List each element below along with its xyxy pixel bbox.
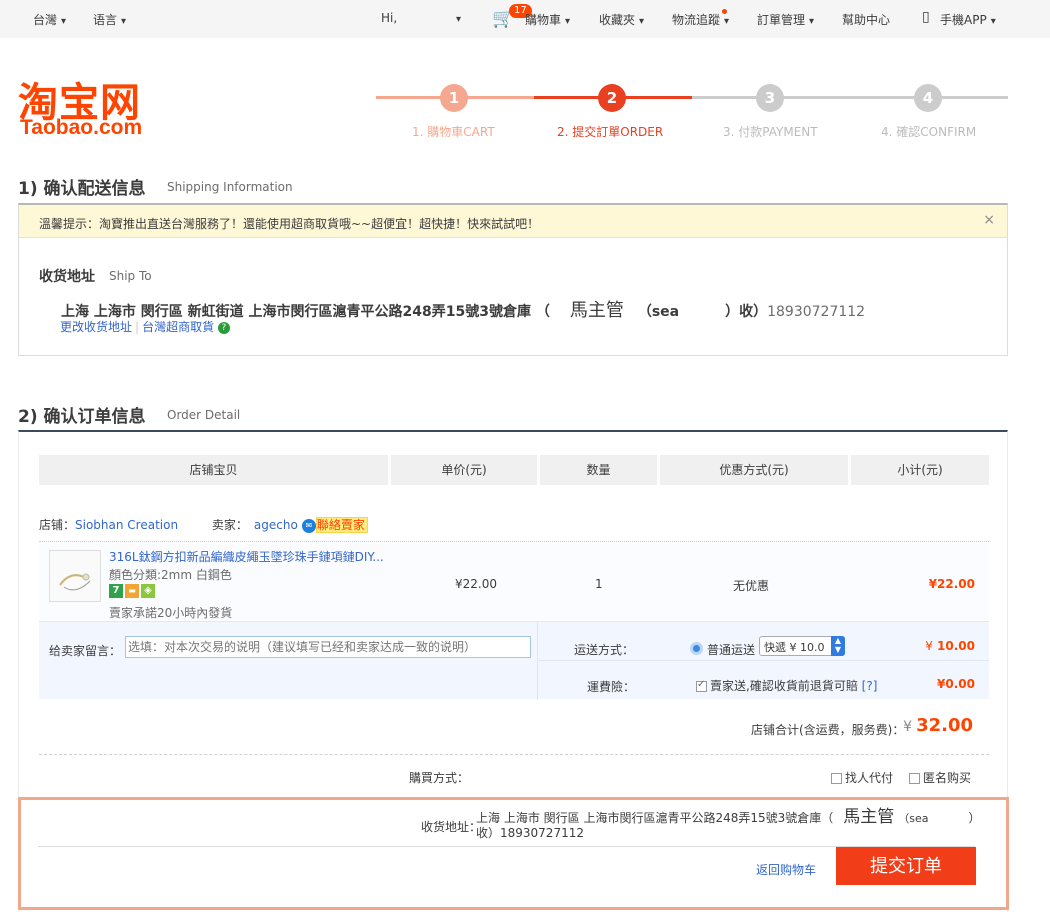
logo-english[interactable]: Taobao.com <box>20 116 142 140</box>
shipping-fee: ¥ 10.00 <box>925 639 975 653</box>
seller-message-input[interactable] <box>125 636 531 658</box>
user-menu[interactable] <box>452 11 461 25</box>
product-title-link[interactable]: 316L鈦鋼方扣新品編織皮繩玉墜珍珠手鏈項鏈DIY... <box>109 548 384 565</box>
step-line-1 <box>376 96 442 99</box>
confirm-address-label: 收货地址： <box>421 820 482 834</box>
insurance-option: 賣家送,確認收貨前退貨可賠 [?] <box>696 677 877 694</box>
anonymous-checkbox[interactable] <box>909 773 920 784</box>
change-address-link[interactable]: 更改收货地址 <box>60 320 132 334</box>
region-selector[interactable]: 台灣 <box>33 11 66 28</box>
quantity: 1 <box>595 577 603 591</box>
step-1-label: 1. 購物車CART <box>412 125 495 139</box>
recipient-phone: 18930727112 <box>767 304 866 320</box>
mobile-app-menu[interactable]: 手機APP <box>940 11 996 28</box>
header-item: 店铺宝贝 <box>39 455 388 485</box>
order-section-title: 2) 确认订单信息 <box>18 407 146 427</box>
step-4-label: 4. 確認CONFIRM <box>881 125 977 139</box>
order-section-subtitle: Order Detail <box>167 408 241 422</box>
chat-icon[interactable]: ✉ <box>301 518 316 533</box>
submit-order-button[interactable]: 提交订单 <box>836 847 976 885</box>
language-selector[interactable]: 语言 <box>93 11 126 28</box>
notice-text: 溫馨提示：淘寶推出直送台灣服務了！還能使用超商取貨哦~~超便宜！超快捷！快來試試… <box>39 217 540 231</box>
shipping-section-title: 1) 确认配送信息 <box>18 179 146 199</box>
divider <box>39 754 989 755</box>
pay-by-other-option[interactable]: 找人代付 <box>831 769 893 786</box>
greeting: Hi, <box>381 11 398 25</box>
credit-card-icon[interactable]: ▬ <box>125 583 139 598</box>
shop-label: 店铺： <box>39 518 76 532</box>
shipping-select-value: 快遞 ¥ 10.0 <box>764 641 825 654</box>
item-subtotal: ¥22.00 <box>928 577 975 591</box>
shop-total: ¥32.00 <box>903 715 973 736</box>
message-label: 给卖家留言： <box>49 644 122 658</box>
favorites-menu[interactable]: 收藏夾 <box>599 11 644 28</box>
step-line-pending <box>692 96 1008 99</box>
ship-to-label-en: Ship To <box>109 269 152 283</box>
address-links: 更改收货地址 | 台灣超商取貨 ? <box>60 318 230 335</box>
product-thumbnail[interactable] <box>49 550 101 602</box>
step-2-circle: 2 <box>598 84 626 112</box>
divider <box>538 660 989 661</box>
recipient-close: ）收） <box>725 304 768 320</box>
header-discount: 优惠方式(元) <box>660 455 848 485</box>
message-shipping-row: 给卖家留言： 运送方式： 普通运送 快遞 ¥ 10.0 ▲▼ ¥ 10.00 運… <box>39 621 989 700</box>
seller-label: 卖家： <box>211 518 248 532</box>
shipping-select[interactable]: 快遞 ¥ 10.0 ▲ ▼ <box>759 636 845 656</box>
header-qty: 数量 <box>540 455 657 485</box>
confirm-order-box: 收货地址： 上海 上海市 閔行區 上海市閔行區滬青平公路248弄15號3號倉庫（… <box>18 797 1009 910</box>
pay-by-other-checkbox[interactable] <box>831 773 842 784</box>
shipping-method-label: 运送方式： <box>574 643 635 657</box>
back-to-cart-link[interactable]: 返回购物车 <box>756 861 816 878</box>
notice-bar: 溫馨提示：淘寶推出直送台灣服務了！還能使用超商取貨哦~~超便宜！超快捷！快來試試… <box>19 205 1007 238</box>
step-3-circle: 3 <box>756 84 784 112</box>
shipping-box: 溫馨提示：淘寶推出直送台灣服務了！還能使用超商取貨哦~~超便宜！超快捷！快來試試… <box>18 203 1008 356</box>
unit-price: ¥22.00 <box>455 577 497 591</box>
cart-link[interactable]: 購物車 <box>525 11 570 28</box>
product-spec: 顏色分類:2mm 白鋼色 <box>109 568 232 582</box>
insurance-fee: ¥0.00 <box>937 677 975 691</box>
phone-icon: ▯ <box>922 9 930 25</box>
anonymous-purchase-option[interactable]: 匿名购买 <box>909 769 971 786</box>
orders-menu[interactable]: 訂單管理 <box>757 11 814 28</box>
help-icon[interactable]: ? <box>217 321 230 334</box>
logistics-menu[interactable]: 物流追蹤 <box>672 11 729 28</box>
top-bar: 台灣 语言 Hi, 🛒 17 購物車 收藏夾 物流追蹤 訂單管理 幫助中心 ▯ … <box>0 0 1050 38</box>
confirm-address: 上海 上海市 閔行區 上海市閔行區滬青平公路248弄15號3號倉庫（ 馬主管 （se… <box>476 807 981 841</box>
purchase-method-label: 購買方式： <box>409 771 470 785</box>
convenience-pickup-link[interactable]: 台灣超商取貨 <box>142 320 214 334</box>
recipient-name: 馬主管 <box>569 300 624 321</box>
guarantee-icon[interactable]: ◈ <box>141 583 155 598</box>
insurance-label: 運費險： <box>587 680 636 694</box>
shipping-section-subtitle: Shipping Information <box>167 180 293 194</box>
service-icons: 7 ▬ ◈ <box>109 583 157 598</box>
shop-name-link[interactable]: Siobhan Creation <box>75 518 178 532</box>
shop-total-label: 店铺合计(含运费，服务费)： <box>751 723 905 737</box>
divider <box>38 846 975 847</box>
ship-to-label: 收货地址 <box>39 269 95 285</box>
step-1-circle: 1 <box>440 84 468 112</box>
seven-day-return-icon[interactable]: 7 <box>109 583 123 598</box>
shipping-radio[interactable] <box>690 642 703 655</box>
header-price: 单价(元) <box>391 455 537 485</box>
delivery-promise: 賣家承諾20小時內發貨 <box>109 606 233 620</box>
close-icon[interactable]: × <box>983 212 995 228</box>
discount: 无优惠 <box>733 579 770 593</box>
select-arrows-icon: ▲ ▼ <box>831 636 845 656</box>
help-center-link[interactable]: 幫助中心 <box>842 11 890 28</box>
step-3-label: 3. 付款PAYMENT <box>723 125 818 139</box>
header-subtotal: 小计(元) <box>851 455 989 485</box>
recipient-extra: （sea <box>637 304 680 320</box>
notification-dot <box>722 9 727 14</box>
shipping-method-option[interactable]: 普通运送 <box>707 641 755 658</box>
contact-seller-button[interactable]: 聯絡賣家 <box>315 517 368 533</box>
divider <box>537 622 538 700</box>
step-4-circle: 4 <box>914 84 942 112</box>
seller-name-link[interactable]: agecho <box>254 518 298 532</box>
insurance-checkbox[interactable] <box>696 679 707 692</box>
insurance-help-link[interactable]: [?] <box>862 679 878 693</box>
shop-row: 店铺：Siobhan Creation 卖家： agecho ✉ 聯絡賣家 <box>39 516 368 533</box>
order-item-row: 316L鈦鋼方扣新品編織皮繩玉墜珍珠手鏈項鏈DIY... 顏色分類:2mm 白鋼… <box>39 541 989 620</box>
step-2-label: 2. 提交訂單ORDER <box>557 125 664 139</box>
